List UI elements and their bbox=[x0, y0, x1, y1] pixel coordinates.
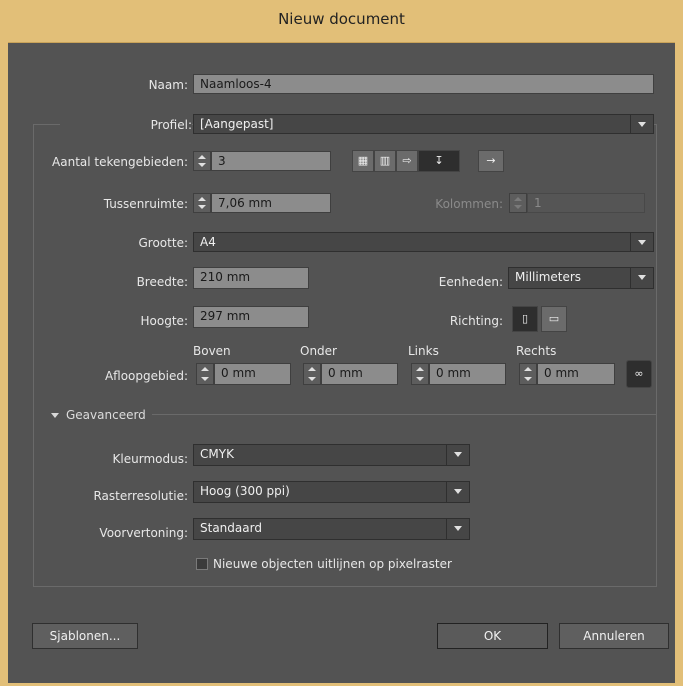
portrait-icon[interactable]: ▯ bbox=[512, 306, 538, 332]
afloop-links-stepper[interactable] bbox=[411, 363, 429, 385]
chevron-down-icon bbox=[630, 268, 653, 288]
window-frame-right bbox=[675, 42, 683, 686]
sjablonen-button[interactable]: Sjablonen... bbox=[32, 623, 138, 649]
kolommen-input: 1 bbox=[527, 193, 645, 213]
richting-label: Richting: bbox=[449, 314, 503, 328]
tussenruimte-stepper[interactable] bbox=[193, 193, 211, 213]
voorvertoning-select[interactable]: Standaard bbox=[193, 518, 470, 540]
landscape-icon[interactable]: ▭ bbox=[541, 306, 567, 332]
afloop-boven-stepper[interactable] bbox=[196, 363, 214, 385]
chevron-down-icon bbox=[630, 115, 653, 133]
chevron-down-icon bbox=[630, 233, 653, 251]
eenheden-select[interactable]: Millimeters bbox=[508, 267, 654, 289]
window-frame-left bbox=[0, 42, 8, 686]
geavanceerd-label[interactable]: Geavanceerd bbox=[66, 408, 146, 422]
hoogte-input[interactable]: 297 mm bbox=[193, 306, 309, 328]
afloop-rechts-input[interactable]: 0 mm bbox=[537, 363, 615, 385]
breedte-label: Breedte: bbox=[136, 275, 188, 289]
window-title: Nieuw document bbox=[278, 10, 405, 28]
raster-label: Rasterresolutie: bbox=[93, 489, 188, 503]
chevron-down-icon bbox=[446, 445, 469, 465]
afloop-onder-stepper[interactable] bbox=[303, 363, 321, 385]
kleurmodus-select[interactable]: CMYK bbox=[193, 444, 470, 466]
profiel-label: Profiel: bbox=[60, 118, 192, 132]
profiel-value: [Aangepast] bbox=[200, 117, 274, 131]
voorvertoning-value: Standaard bbox=[200, 521, 262, 535]
annuleren-button[interactable]: Annuleren bbox=[559, 623, 669, 649]
aantal-stepper[interactable] bbox=[193, 151, 211, 171]
afloop-boven-input[interactable]: 0 mm bbox=[214, 363, 291, 385]
grid-by-row-icon[interactable]: ▦ bbox=[352, 150, 374, 172]
grootte-label: Grootte: bbox=[138, 236, 189, 250]
title-bar: Nieuw document bbox=[0, 0, 683, 43]
eenheden-label: Eenheden: bbox=[438, 275, 503, 289]
afloop-links-label: Links bbox=[408, 344, 439, 358]
naam-label: Naam: bbox=[148, 78, 188, 92]
uitlijnen-checkbox[interactable] bbox=[196, 558, 208, 570]
chevron-down-icon bbox=[446, 482, 469, 502]
tussenruimte-label: Tussenruimte: bbox=[103, 197, 188, 211]
kleurmodus-value: CMYK bbox=[200, 447, 234, 461]
chevron-down-icon bbox=[446, 519, 469, 539]
ok-button[interactable]: OK bbox=[437, 623, 548, 649]
arrange-by-row-icon[interactable]: ⇨ bbox=[396, 150, 418, 172]
grootte-select[interactable]: A4 bbox=[193, 232, 654, 252]
raster-select[interactable]: Hoog (300 ppi) bbox=[193, 481, 470, 503]
hoogte-label: Hoogte: bbox=[140, 314, 188, 328]
raster-value: Hoog (300 ppi) bbox=[200, 484, 290, 498]
naam-input[interactable]: Naamloos-4 bbox=[193, 74, 654, 94]
aantal-input[interactable]: 3 bbox=[211, 151, 331, 171]
afloop-label: Afloopgebied: bbox=[104, 369, 188, 383]
afloop-onder-input[interactable]: 0 mm bbox=[321, 363, 398, 385]
tussenruimte-input[interactable]: 7,06 mm bbox=[211, 193, 331, 213]
afloop-links-input[interactable]: 0 mm bbox=[429, 363, 506, 385]
voorvertoning-label: Voorvertoning: bbox=[99, 526, 188, 540]
afloop-boven-label: Boven bbox=[193, 344, 231, 358]
breedte-input[interactable]: 210 mm bbox=[193, 267, 309, 289]
afloop-rechts-label: Rechts bbox=[516, 344, 557, 358]
grootte-value: A4 bbox=[200, 235, 216, 249]
ltr-layout-icon[interactable]: → bbox=[478, 150, 504, 172]
kleurmodus-label: Kleurmodus: bbox=[112, 452, 188, 466]
grid-by-column-icon[interactable]: ▥ bbox=[374, 150, 396, 172]
link-icon[interactable]: ∞ bbox=[626, 360, 652, 388]
aantal-label: Aantal tekengebieden: bbox=[52, 155, 188, 169]
profiel-select[interactable]: [Aangepast] bbox=[193, 114, 654, 134]
afloop-rechts-stepper[interactable] bbox=[519, 363, 537, 385]
kolommen-label: Kolommen: bbox=[435, 197, 503, 211]
arrange-by-column-icon[interactable]: ↧ bbox=[418, 150, 460, 172]
eenheden-value: Millimeters bbox=[515, 270, 582, 284]
section-separator bbox=[152, 414, 657, 415]
kolommen-stepper bbox=[509, 193, 527, 213]
afloop-onder-label: Onder bbox=[300, 344, 337, 358]
collapse-triangle-icon[interactable] bbox=[51, 413, 59, 418]
uitlijnen-label[interactable]: Nieuwe objecten uitlijnen op pixelraster bbox=[213, 557, 452, 571]
